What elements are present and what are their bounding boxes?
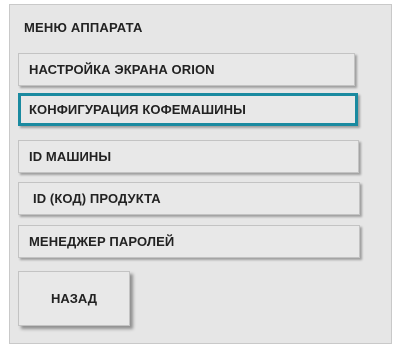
device-menu-panel: МЕНЮ АППАРАТА НАСТРОЙКА ЭКРАНА ORION КОН… [9, 4, 392, 344]
menu-title: МЕНЮ АППАРАТА [24, 20, 143, 35]
password-manager-button[interactable]: МЕНЕДЖЕР ПАРОЛЕЙ [18, 225, 360, 258]
product-id-code-button[interactable]: ID (КОД) ПРОДУКТА [18, 182, 360, 215]
back-button[interactable]: НАЗАД [18, 271, 130, 326]
orion-screen-settings-button[interactable]: НАСТРОЙКА ЭКРАНА ORION [18, 53, 355, 86]
coffee-machine-config-button[interactable]: КОНФИГУРАЦИЯ КОФЕМАШИНЫ [18, 93, 358, 126]
machine-id-button[interactable]: ID МАШИНЫ [18, 140, 359, 173]
